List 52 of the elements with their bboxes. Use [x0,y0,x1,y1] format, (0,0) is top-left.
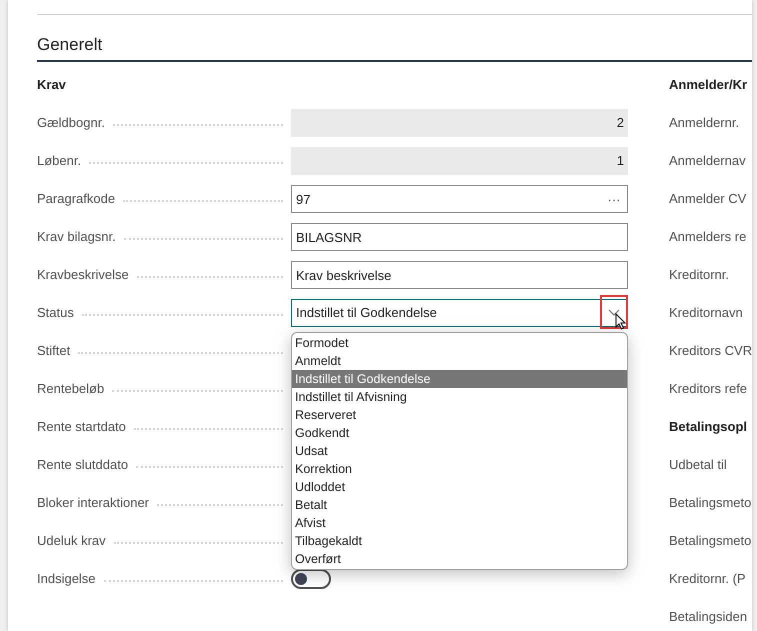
dropdown-option[interactable]: Anmeldt [292,352,627,370]
field-label: Kreditors CVR [669,342,752,360]
field-label: Kreditornr. [669,266,729,284]
chevron-icon [608,309,620,317]
annotation-highlight [600,295,628,329]
dropdown-option[interactable]: Reserveret [292,406,627,424]
field-label: Betalingsmeto [669,494,752,512]
toggle-switch[interactable] [291,569,331,589]
field-label: Gældbognr. [37,114,106,132]
field-label: Kravbeskrivelse [37,266,130,284]
field-label: Kreditors refe [669,380,748,398]
field-label: Betalingsmeto [669,532,752,550]
input-field[interactable]: Krav beskrivelse [291,261,628,289]
dropdown-option[interactable]: Indstillet til Afvisning [292,388,627,406]
field-label: Paragrafkode [37,190,116,208]
group-title: Betalingsopl [669,418,748,436]
field-label: Anmelder CV [669,190,746,208]
input-field[interactable]: BILAGSNR [291,223,628,251]
lookup-button[interactable]: ··· [603,188,625,210]
field-label: Rente slutddato [37,456,130,474]
group-title: Krav [37,76,66,94]
field-label: Anmelders re [669,228,746,246]
dropdown-option[interactable]: Afvist [292,514,627,532]
field-label: Krav bilagsnr. [37,228,117,246]
field-label: Betalingsiden [669,608,748,626]
field-label: Status [37,304,75,322]
dropdown-option[interactable]: Korrektion [292,460,627,478]
field-label: Anmeldernav [669,152,746,170]
dropdown-option[interactable]: Betalt [292,496,627,514]
field-label: Rente startdato [37,418,127,436]
field-label: Stiftet [37,342,72,360]
readonly-field: 2 [291,109,628,137]
section-title[interactable]: Generelt [37,35,752,62]
dropdown-option[interactable]: Udloddet [292,478,627,496]
field-label: Rentebeløb [37,380,106,398]
cursor-icon [615,313,626,330]
dropdown-option[interactable]: Udsat [292,442,627,460]
dropdown-option[interactable]: Tilbagekaldt [292,532,627,550]
field-label: Udeluk krav [37,532,107,550]
field-label: Indsigelse [37,570,97,588]
field-label: Løbenr. [37,152,82,170]
dropdown-option[interactable]: Formodet [292,334,627,352]
field-label: Udbetal til [669,456,727,474]
dropdown-option[interactable]: Godkendt [292,424,627,442]
readonly-field: 1 [291,147,628,175]
field-label: Kreditornavn [669,304,743,322]
dropdown-option[interactable]: Indstillet til Godkendelse [292,370,627,388]
field-label: Bloker interaktioner [37,494,150,512]
group-title: Anmelder/Kr [669,76,748,94]
field-label: Anmeldernr. [669,114,740,132]
dropdown-option[interactable]: Overført [292,550,627,568]
field-label: Kreditornr. (P [669,570,746,588]
